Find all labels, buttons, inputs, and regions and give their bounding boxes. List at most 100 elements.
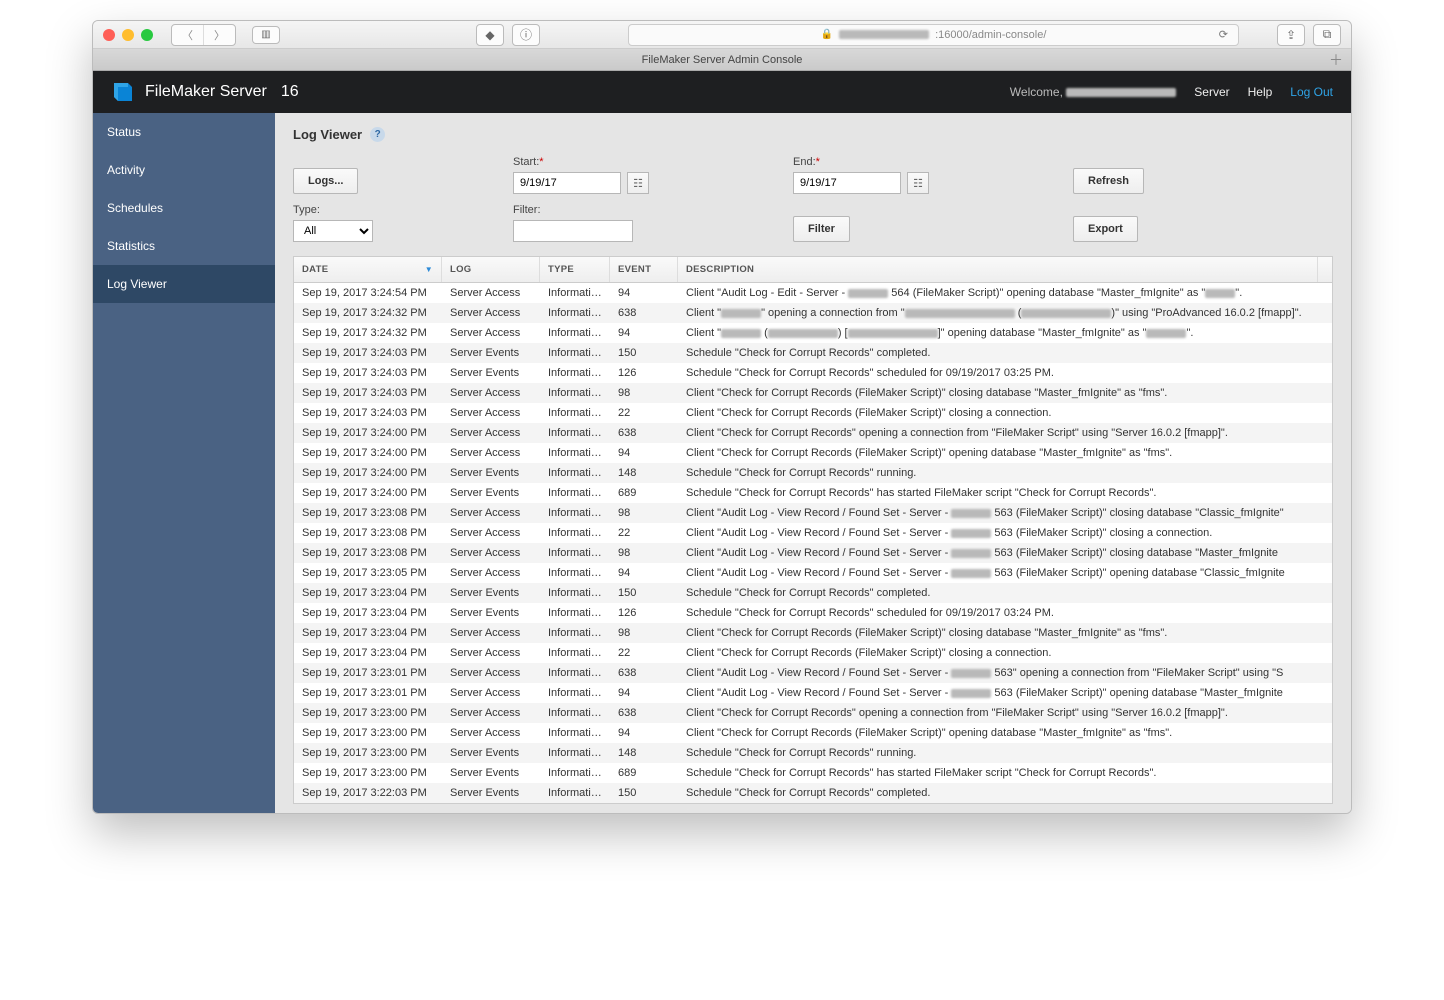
table-row[interactable]: Sep 19, 2017 3:23:01 PMServer AccessInfo…	[294, 683, 1332, 703]
redacted-text	[951, 549, 991, 558]
new-tab-button[interactable]: ＋	[1329, 50, 1343, 70]
info-icon[interactable]: ⓘ	[512, 24, 540, 46]
cell-event: 126	[610, 363, 678, 383]
cell-type: Information	[540, 483, 610, 503]
cell-log: Server Access	[442, 643, 540, 663]
cell-event: 98	[610, 543, 678, 563]
type-cell: Type: All	[293, 204, 483, 242]
filter-input[interactable]	[513, 220, 633, 242]
refresh-button[interactable]: Refresh	[1073, 168, 1144, 194]
col-event[interactable]: EVENT	[610, 257, 678, 282]
table-row[interactable]: Sep 19, 2017 3:23:00 PMServer EventsInfo…	[294, 763, 1332, 783]
table-row[interactable]: Sep 19, 2017 3:24:00 PMServer AccessInfo…	[294, 443, 1332, 463]
table-row[interactable]: Sep 19, 2017 3:24:32 PMServer AccessInfo…	[294, 303, 1332, 323]
sidebar-item-activity[interactable]: Activity	[93, 151, 275, 189]
cell-description: Client " () []" opening database "Master…	[678, 323, 1332, 343]
table-row[interactable]: Sep 19, 2017 3:24:00 PMServer AccessInfo…	[294, 423, 1332, 443]
start-calendar-icon[interactable]: ☷	[627, 172, 649, 194]
cell-event: 638	[610, 423, 678, 443]
table-row[interactable]: Sep 19, 2017 3:24:00 PMServer EventsInfo…	[294, 463, 1332, 483]
redacted-text	[768, 329, 838, 338]
cell-log: Server Access	[442, 423, 540, 443]
cell-event: 98	[610, 623, 678, 643]
col-log[interactable]: LOG	[442, 257, 540, 282]
sidebar-item-status[interactable]: Status	[93, 113, 275, 151]
cell-type: Information	[540, 323, 610, 343]
tab-title[interactable]: FileMaker Server Admin Console	[642, 54, 803, 66]
table-row[interactable]: Sep 19, 2017 3:23:04 PMServer EventsInfo…	[294, 603, 1332, 623]
sidebar-toggle-button[interactable]: ▥	[252, 26, 280, 44]
table-row[interactable]: Sep 19, 2017 3:23:08 PMServer AccessInfo…	[294, 523, 1332, 543]
cell-date: Sep 19, 2017 3:23:00 PM	[294, 743, 442, 763]
end-date-input[interactable]	[793, 172, 901, 194]
table-row[interactable]: Sep 19, 2017 3:24:03 PMServer EventsInfo…	[294, 343, 1332, 363]
cell-log: Server Access	[442, 663, 540, 683]
sidebar-item-schedules[interactable]: Schedules	[93, 189, 275, 227]
filter-button-cell: Filter	[793, 216, 1043, 242]
tabs-icon[interactable]: ⧉	[1313, 24, 1341, 46]
sidebar-item-statistics[interactable]: Statistics	[93, 227, 275, 265]
table-row[interactable]: Sep 19, 2017 3:24:32 PMServer AccessInfo…	[294, 323, 1332, 343]
cell-description: Client "Check for Corrupt Records" openi…	[678, 703, 1332, 723]
end-calendar-icon[interactable]: ☷	[907, 172, 929, 194]
cell-type: Information	[540, 683, 610, 703]
table-row[interactable]: Sep 19, 2017 3:23:04 PMServer EventsInfo…	[294, 583, 1332, 603]
cell-date: Sep 19, 2017 3:23:04 PM	[294, 583, 442, 603]
help-icon[interactable]: ?	[370, 127, 385, 142]
table-row[interactable]: Sep 19, 2017 3:23:00 PMServer AccessInfo…	[294, 703, 1332, 723]
logs-button-cell: Logs...	[293, 168, 483, 194]
logout-link[interactable]: Log Out	[1290, 85, 1333, 99]
reload-icon[interactable]: ⟳	[1219, 28, 1228, 41]
filter-button[interactable]: Filter	[793, 216, 850, 242]
table-row[interactable]: Sep 19, 2017 3:23:08 PMServer AccessInfo…	[294, 543, 1332, 563]
sort-desc-icon: ▼	[425, 265, 433, 274]
table-row[interactable]: Sep 19, 2017 3:24:03 PMServer AccessInfo…	[294, 383, 1332, 403]
cell-log: Server Access	[442, 543, 540, 563]
help-link[interactable]: Help	[1248, 85, 1273, 99]
cell-type: Information	[540, 423, 610, 443]
col-description[interactable]: DESCRIPTION	[678, 257, 1318, 282]
table-row[interactable]: Sep 19, 2017 3:23:05 PMServer AccessInfo…	[294, 563, 1332, 583]
zoom-window-button[interactable]	[141, 29, 153, 41]
table-row[interactable]: Sep 19, 2017 3:23:00 PMServer EventsInfo…	[294, 743, 1332, 763]
table-row[interactable]: Sep 19, 2017 3:23:04 PMServer AccessInfo…	[294, 643, 1332, 663]
cell-log: Server Events	[442, 343, 540, 363]
close-window-button[interactable]	[103, 29, 115, 41]
cell-description: Client "Check for Corrupt Records (FileM…	[678, 723, 1332, 743]
browser-window: 〈 〉 ▥ ◆ ⓘ 🔒 :16000/admin-console/ ⟳ ⇪ ⧉ …	[92, 20, 1352, 814]
table-row[interactable]: Sep 19, 2017 3:23:01 PMServer AccessInfo…	[294, 663, 1332, 683]
browser-titlebar: 〈 〉 ▥ ◆ ⓘ 🔒 :16000/admin-console/ ⟳ ⇪ ⧉	[93, 21, 1351, 49]
table-row[interactable]: Sep 19, 2017 3:23:04 PMServer AccessInfo…	[294, 623, 1332, 643]
cell-log: Server Access	[442, 723, 540, 743]
address-bar[interactable]: 🔒 :16000/admin-console/ ⟳	[628, 24, 1239, 46]
forward-button[interactable]: 〉	[204, 25, 235, 45]
cell-description: Client "Audit Log - View Record / Found …	[678, 503, 1332, 523]
table-row[interactable]: Sep 19, 2017 3:24:00 PMServer EventsInfo…	[294, 483, 1332, 503]
table-row[interactable]: Sep 19, 2017 3:24:54 PMServer AccessInfo…	[294, 283, 1332, 303]
export-button[interactable]: Export	[1073, 216, 1138, 242]
type-select[interactable]: All	[293, 220, 373, 242]
table-row[interactable]: Sep 19, 2017 3:24:03 PMServer EventsInfo…	[294, 363, 1332, 383]
share-icon[interactable]: ⇪	[1277, 24, 1305, 46]
col-date[interactable]: DATE▼	[294, 257, 442, 282]
start-date-input[interactable]	[513, 172, 621, 194]
shield-icon[interactable]: ◆	[476, 24, 504, 46]
cell-log: Server Events	[442, 603, 540, 623]
table-row[interactable]: Sep 19, 2017 3:24:03 PMServer AccessInfo…	[294, 403, 1332, 423]
sidebar-item-log-viewer[interactable]: Log Viewer	[93, 265, 275, 303]
redacted-text	[1205, 289, 1235, 298]
table-body[interactable]: Sep 19, 2017 3:24:54 PMServer AccessInfo…	[294, 283, 1332, 803]
cell-description: Client "Check for Corrupt Records (FileM…	[678, 403, 1332, 423]
logs-button[interactable]: Logs...	[293, 168, 358, 194]
welcome-text: Welcome,	[1010, 85, 1176, 99]
minimize-window-button[interactable]	[122, 29, 134, 41]
table-row[interactable]: Sep 19, 2017 3:22:03 PMServer EventsInfo…	[294, 783, 1332, 803]
back-button[interactable]: 〈	[172, 25, 204, 45]
cell-type: Information	[540, 563, 610, 583]
cell-description: Client "Audit Log - View Record / Found …	[678, 543, 1332, 563]
table-row[interactable]: Sep 19, 2017 3:23:00 PMServer AccessInfo…	[294, 723, 1332, 743]
col-type[interactable]: TYPE	[540, 257, 610, 282]
server-link[interactable]: Server	[1194, 85, 1229, 99]
table-row[interactable]: Sep 19, 2017 3:23:08 PMServer AccessInfo…	[294, 503, 1332, 523]
cell-log: Server Events	[442, 783, 540, 803]
